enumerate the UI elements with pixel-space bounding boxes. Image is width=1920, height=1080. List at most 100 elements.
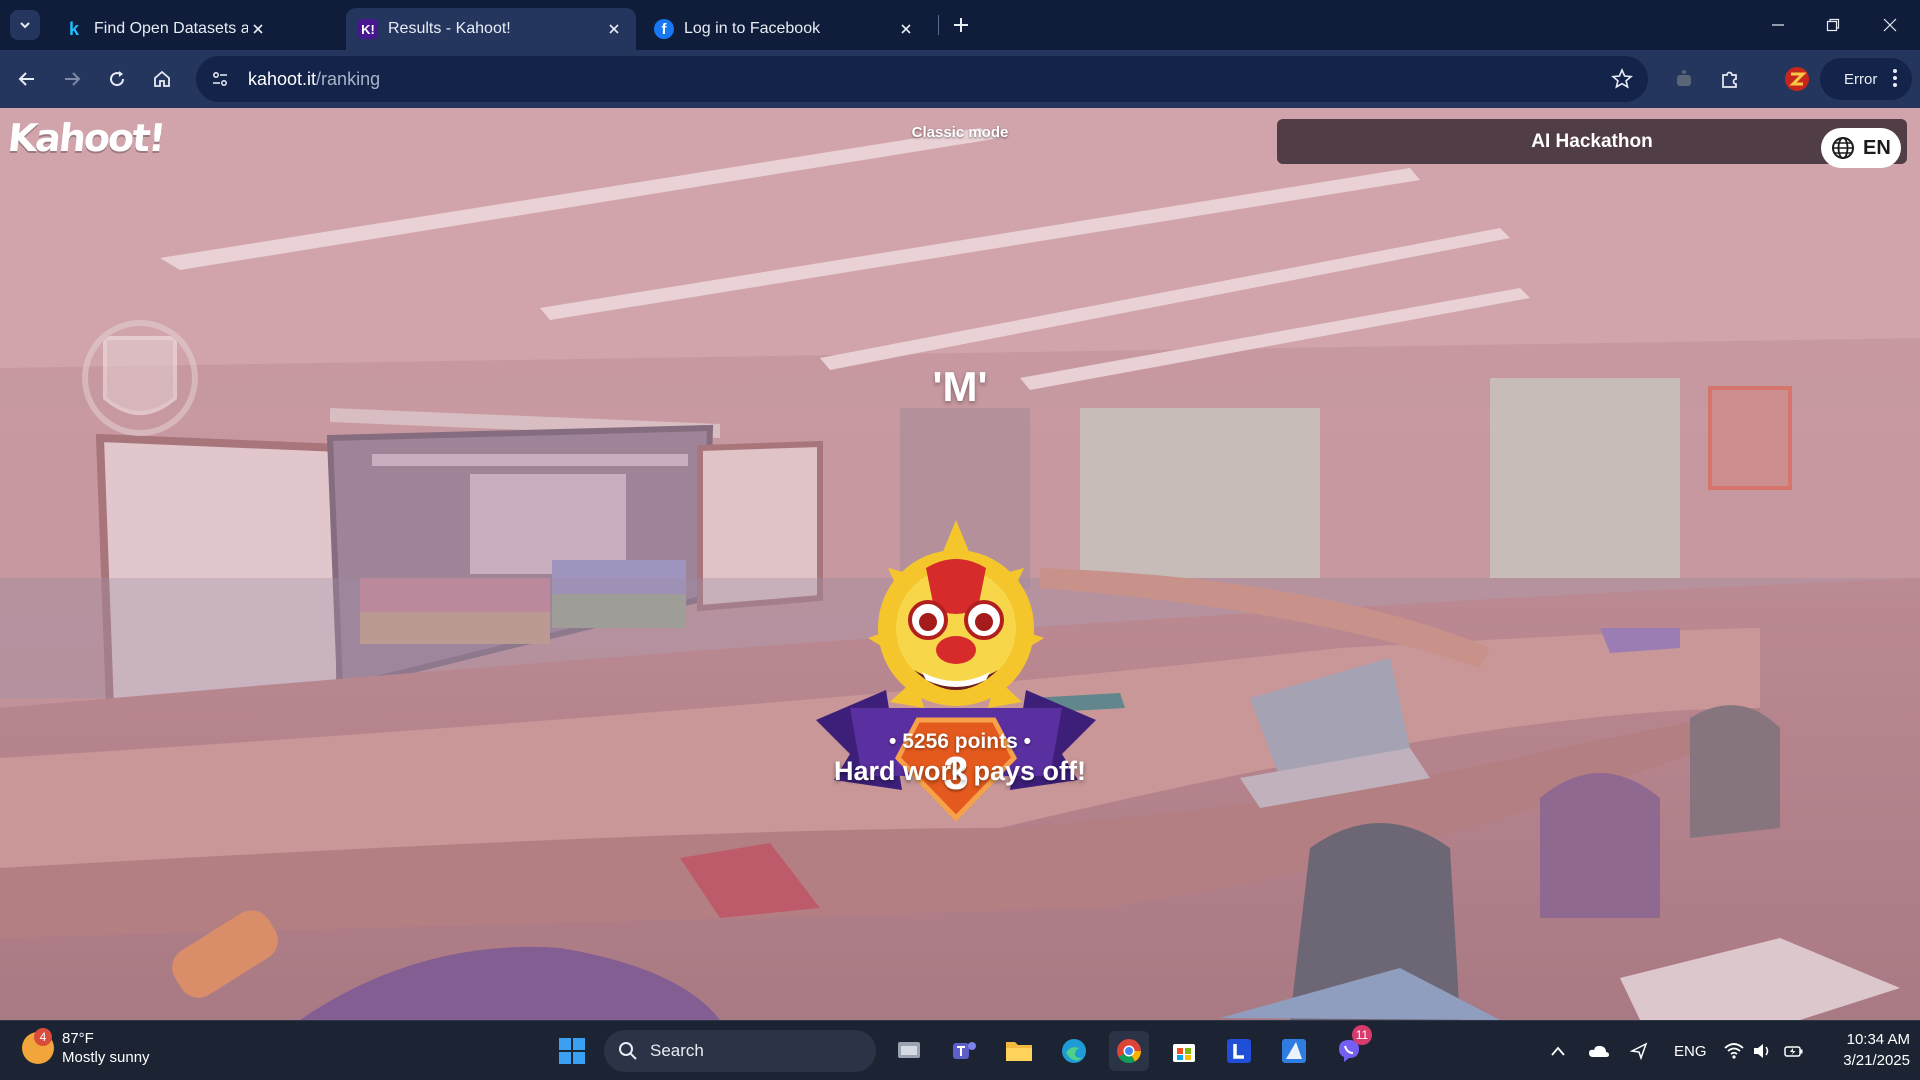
l-app-icon: [1227, 1039, 1251, 1063]
teams-icon: [953, 1042, 976, 1059]
azure-button[interactable]: [1274, 1031, 1314, 1071]
back-button[interactable]: [11, 63, 43, 95]
home-button[interactable]: [146, 63, 178, 95]
quiz-title: AI Hackathon: [1531, 131, 1653, 152]
forward-button[interactable]: [56, 63, 88, 95]
taskbar-search[interactable]: Search: [604, 1030, 876, 1072]
tab-facebook[interactable]: f Log in to Facebook: [642, 8, 928, 50]
new-tab-button[interactable]: [948, 12, 974, 38]
teams-button[interactable]: [944, 1031, 984, 1071]
input-language-label: ENG: [1674, 1042, 1707, 1060]
search-label: Search: [650, 1041, 704, 1060]
wifi-icon: [1724, 1043, 1744, 1059]
weather-temp: 87°F: [62, 1030, 94, 1047]
close-tab-icon[interactable]: [248, 19, 268, 39]
search-icon: [619, 1042, 637, 1060]
url-text[interactable]: kahoot.it/ranking: [248, 69, 380, 90]
profile-error-label: Error: [1844, 70, 1878, 88]
quiz-title-bar: AI Hackathon: [1277, 119, 1907, 164]
home-icon: [154, 70, 170, 87]
battery-button[interactable]: [1784, 1039, 1804, 1063]
send-arrow-icon: [1630, 1042, 1648, 1060]
address-bar[interactable]: kahoot.it/ranking: [196, 56, 1648, 102]
arrow-right-icon: [65, 72, 81, 86]
url-host: kahoot.it: [248, 68, 317, 89]
reload-icon: [110, 71, 125, 87]
tab-separator: [938, 15, 939, 35]
volume-button[interactable]: [1752, 1039, 1772, 1063]
tab-kahoot-results[interactable]: K! Results - Kahoot!: [346, 8, 636, 50]
tab-kaggle[interactable]: k Find Open Datasets and Machine Learnin…: [52, 8, 280, 50]
weather-alert-badge: 4: [34, 1028, 52, 1046]
kaggle-icon: k: [68, 18, 79, 39]
microsoft-store-button[interactable]: [1164, 1031, 1204, 1071]
location-button[interactable]: [1630, 1039, 1648, 1063]
result-message: Hard work pays off!: [833, 756, 1087, 786]
profile-error-button[interactable]: Error: [1820, 58, 1912, 100]
file-explorer-button[interactable]: [999, 1031, 1039, 1071]
tab-title: Results - Kahoot!: [388, 20, 511, 37]
cloud-icon: [1589, 1045, 1609, 1057]
clock-time: 10:34 AM: [1846, 1031, 1910, 1048]
chrome-icon: [1117, 1039, 1141, 1064]
chevron-down-icon: [20, 22, 30, 29]
battery-charging-icon: [1784, 1046, 1803, 1057]
task-view-button[interactable]: [889, 1031, 929, 1071]
windows-start-icon: [559, 1038, 585, 1064]
extensions-menu-button[interactable]: [1714, 63, 1746, 95]
reload-button[interactable]: [101, 63, 133, 95]
plus-icon: [954, 18, 968, 32]
clock-date: 3/21/2025: [1843, 1052, 1910, 1069]
azure-icon: [1282, 1039, 1306, 1063]
start-button[interactable]: [552, 1031, 592, 1071]
weather-widget[interactable]: 4 87°F Mostly sunny: [22, 1028, 150, 1067]
more-vert-icon: [1893, 69, 1897, 87]
edge-button[interactable]: [1054, 1031, 1094, 1071]
minimize-icon: [1772, 24, 1784, 26]
puzzle-icon: [1722, 71, 1737, 88]
close-window-button[interactable]: [1872, 10, 1908, 40]
speaker-icon: [1754, 1044, 1769, 1058]
system-clock[interactable]: 10:34 AM 3/21/2025: [1820, 1029, 1910, 1071]
language-button[interactable]: EN: [1821, 128, 1901, 168]
browser-tab-strip: k Find Open Datasets and Machine Learnin…: [0, 0, 1920, 50]
tab-search-button[interactable]: [10, 10, 40, 40]
minimize-button[interactable]: [1760, 10, 1796, 40]
windows-taskbar: 4 87°F Mostly sunny Search 11 ENG 10:34 …: [0, 1020, 1920, 1080]
microsoft-store-icon: [1173, 1044, 1195, 1062]
close-tab-icon[interactable]: [604, 19, 624, 39]
chrome-button[interactable]: [1109, 1031, 1149, 1071]
weather-condition: Mostly sunny: [62, 1049, 150, 1066]
language-label: EN: [1863, 136, 1891, 159]
url-path: /ranking: [316, 68, 381, 89]
close-tab-icon[interactable]: [896, 19, 916, 39]
profile-avatar-button[interactable]: [1781, 63, 1813, 95]
l-app-button[interactable]: [1219, 1031, 1259, 1071]
file-explorer-icon: [1006, 1042, 1032, 1061]
restore-icon: [1826, 18, 1840, 32]
bookmark-star-icon[interactable]: [1610, 67, 1634, 91]
sun-icon: 4: [22, 1028, 54, 1064]
network-button[interactable]: [1724, 1039, 1744, 1063]
kahoot-icon: K!: [358, 19, 378, 39]
arrow-left-icon: [18, 72, 34, 86]
input-language-button[interactable]: ENG: [1674, 1039, 1707, 1063]
tab-title: Log in to Facebook: [684, 20, 821, 37]
extension-button[interactable]: [1668, 63, 1700, 95]
robot-extension-icon: [1677, 70, 1691, 86]
onedrive-button[interactable]: [1588, 1039, 1610, 1063]
tab-title: Find Open Datasets and Machine Learning …: [94, 20, 248, 37]
viber-notification-badge: 11: [1352, 1025, 1372, 1045]
restore-button[interactable]: [1815, 10, 1851, 40]
task-view-icon: [898, 1042, 920, 1058]
tune-icon: [213, 72, 227, 86]
edge-icon: [1062, 1039, 1086, 1063]
site-info-button[interactable]: [202, 61, 238, 97]
player-nickname: 'M': [932, 363, 988, 410]
show-hidden-icons-button[interactable]: [1550, 1039, 1566, 1063]
chevron-up-icon: [1551, 1046, 1565, 1056]
globe-icon: [1832, 137, 1854, 159]
close-icon: [1883, 18, 1897, 32]
kahoot-ranking-page: Kahoot! Classic mode AI Hackathon EN 'M': [0, 108, 1920, 1020]
browser-toolbar: kahoot.it/ranking Error: [0, 50, 1920, 108]
